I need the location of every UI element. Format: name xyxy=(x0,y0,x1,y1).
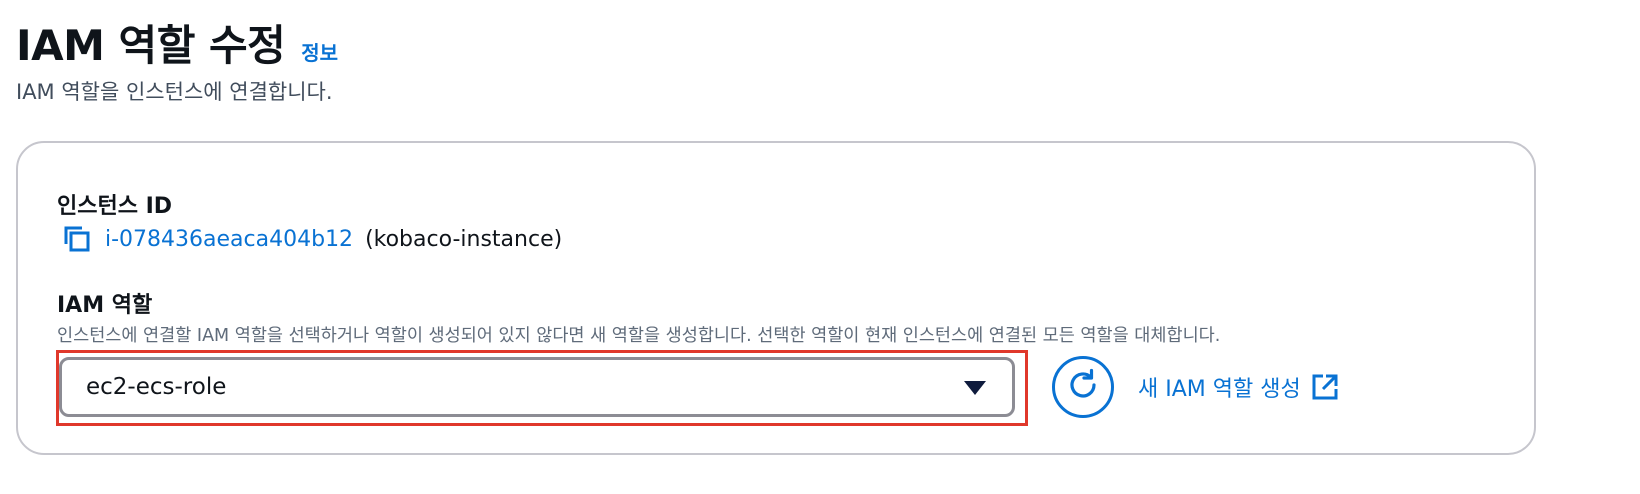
instance-id-row: i-078436aeaca404b12 (kobaco-instance) xyxy=(61,223,562,255)
iam-role-panel: 인스턴스 ID i-078436aeaca404b12 (kobaco-inst… xyxy=(16,141,1536,455)
iam-role-description: 인스턴스에 연결할 IAM 역할을 선택하거나 역할이 생성되어 있지 않다면 … xyxy=(57,326,1221,346)
instance-name: (kobaco-instance) xyxy=(365,226,563,252)
iam-role-select[interactable]: ec2-ecs-role xyxy=(59,357,1015,417)
page-description: IAM 역할을 인스턴스에 연결합니다. xyxy=(16,80,333,104)
refresh-button[interactable] xyxy=(1052,356,1114,418)
caret-down-icon xyxy=(964,380,986,395)
create-iam-role-link[interactable]: 새 IAM 역할 생성 xyxy=(1138,371,1339,403)
iam-role-label: IAM 역할 xyxy=(57,293,153,318)
page-title: IAM 역할 수정 xyxy=(16,21,286,70)
info-link[interactable]: 정보 xyxy=(301,37,338,66)
iam-role-selected-value: ec2-ecs-role xyxy=(86,374,227,400)
create-iam-role-label: 새 IAM 역할 생성 xyxy=(1138,377,1301,402)
instance-id-link[interactable]: i-078436aeaca404b12 xyxy=(105,227,353,252)
external-link-icon xyxy=(1311,373,1339,401)
refresh-icon xyxy=(1065,367,1101,407)
page-header: IAM 역할 수정 정보 xyxy=(16,12,338,73)
copy-icon[interactable] xyxy=(61,223,93,255)
instance-id-label: 인스턴스 ID xyxy=(57,194,173,219)
